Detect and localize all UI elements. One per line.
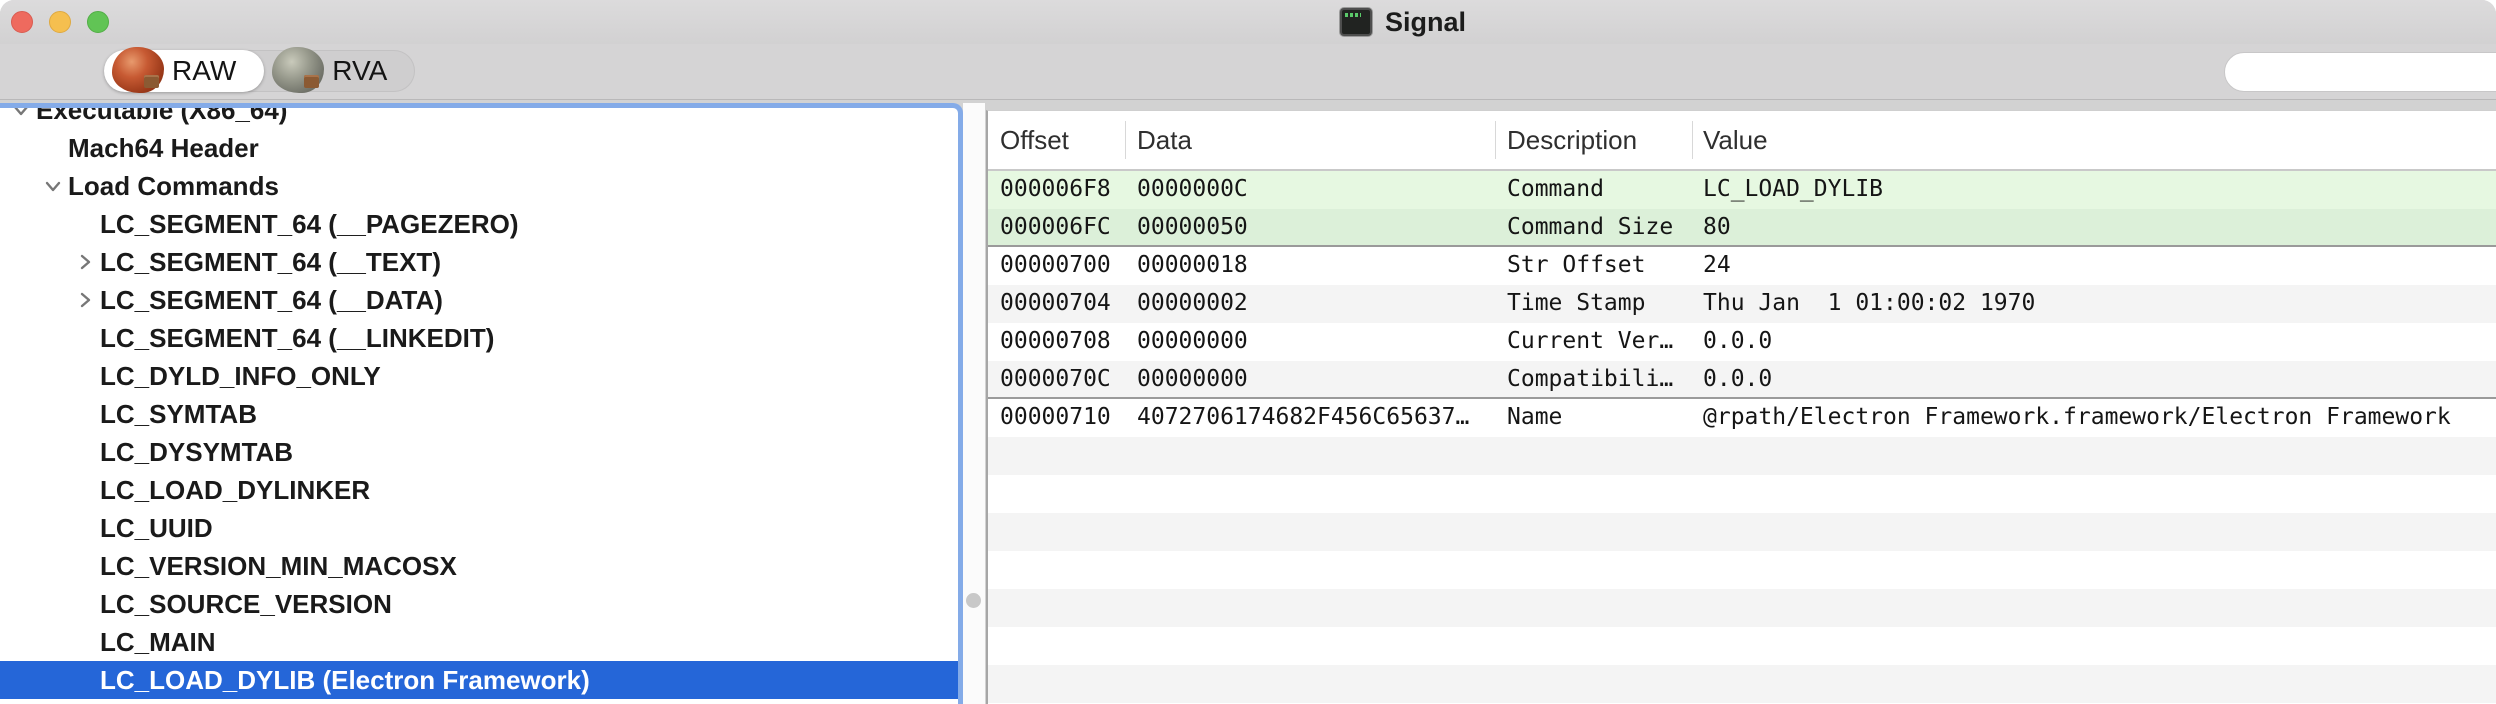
table-row[interactable]: 00000710 4072706174682F456C65637… Name @… [988,399,2496,437]
sidebar-item-lc-dysymtab[interactable]: LC_DYSYMTAB [0,433,958,471]
raw-rva-segmented-control: RAW RVA [104,50,415,92]
column-divider [1125,121,1126,159]
sidebar-item-lc-segment-linkedit[interactable]: LC_SEGMENT_64 (__LINKEDIT) [0,319,958,357]
segment-rva[interactable]: RVA [264,50,415,92]
minimize-button[interactable] [49,11,71,33]
column-header-offset[interactable]: Offset [1000,111,1069,169]
sidebar-tree: Executable (X86_64) Mach64 Header Load C… [0,103,963,704]
table-row[interactable]: 00000704 00000002 Time Stamp Thu Jan 1 0… [988,285,2496,323]
sidebar-item-lc-uuid[interactable]: LC_UUID [0,509,958,547]
column-header-data[interactable]: Data [1137,111,1192,169]
toolbar: RAW RVA [0,44,2496,100]
table-row-empty [988,589,2496,627]
search-field[interactable] [2224,52,2496,92]
sidebar-item-lc-segment-data[interactable]: LC_SEGMENT_64 (__DATA) [0,281,958,319]
table-row[interactable]: 000006F8 0000000C Command LC_LOAD_DYLIB [988,171,2496,209]
table-row-empty [988,513,2496,551]
table-row[interactable]: 000006FC 00000050 Command Size 80 [988,209,2496,247]
sidebar-item-lc-main[interactable]: LC_MAIN [0,623,958,661]
table-header: Offset Data Description Value [988,111,2496,171]
window-title: Signal [1385,7,1466,38]
table-row-empty [988,551,2496,589]
table-row-empty [988,627,2496,665]
rva-burger-icon [272,47,324,93]
table-row[interactable]: 00000700 00000018 Str Offset 24 [988,247,2496,285]
column-divider [1495,121,1496,159]
disclosure-right-icon[interactable] [70,243,100,281]
sidebar-item-lc-load-dylib-electron[interactable]: LC_LOAD_DYLIB (Electron Framework) [0,661,958,699]
table-row[interactable]: 00000708 00000000 Current Ver… 0.0.0 [988,323,2496,361]
segment-raw[interactable]: RAW [104,50,264,92]
sidebar-scrollbar[interactable] [963,103,985,704]
sidebar-item-lc-dyld-info-only[interactable]: LC_DYLD_INFO_ONLY [0,357,958,395]
search-input[interactable] [2245,55,2496,89]
sidebar-item-load-commands[interactable]: Load Commands [0,167,958,205]
sidebar-item-lc-source-version[interactable]: LC_SOURCE_VERSION [0,585,958,623]
table-row[interactable]: 0000070C 00000000 Compatibili… 0.0.0 [988,361,2496,399]
detail-table: Offset Data Description Value 000006F8 0… [986,110,2496,704]
title-group: Signal [1340,0,1466,44]
table-row-empty [988,475,2496,513]
sidebar-item-lc-version-min-macosx[interactable]: LC_VERSION_MIN_MACOSX [0,547,958,585]
zoom-button[interactable] [87,11,109,33]
column-divider [1692,121,1693,159]
disclosure-down-icon[interactable] [6,103,36,129]
disclosure-down-icon[interactable] [38,167,68,205]
sidebar-item-mach64-header[interactable]: Mach64 Header [0,129,958,167]
table-row-empty [988,665,2496,703]
sidebar-item-lc-segment-text[interactable]: LC_SEGMENT_64 (__TEXT) [0,243,958,281]
app-window: Signal RAW RVA [0,0,2496,704]
disclosure-right-icon[interactable] [70,281,100,319]
sidebar-item-lc-load-dylinker[interactable]: LC_LOAD_DYLINKER [0,471,958,509]
table-row-empty [988,437,2496,475]
sidebar-item-lc-symtab[interactable]: LC_SYMTAB [0,395,958,433]
sidebar-item-executable[interactable]: Executable (X86_64) [0,103,958,129]
executable-proxy-icon [1340,8,1372,36]
column-header-value[interactable]: Value [1703,111,1768,169]
scrollbar-thumb[interactable] [966,593,981,608]
column-header-description[interactable]: Description [1507,111,1637,169]
close-button[interactable] [11,11,33,33]
sidebar-item-lc-segment-pagezero[interactable]: LC_SEGMENT_64 (__PAGEZERO) [0,205,958,243]
raw-burger-icon [112,47,164,93]
titlebar: Signal [0,0,2496,44]
content-area: Executable (X86_64) Mach64 Header Load C… [0,100,2496,704]
